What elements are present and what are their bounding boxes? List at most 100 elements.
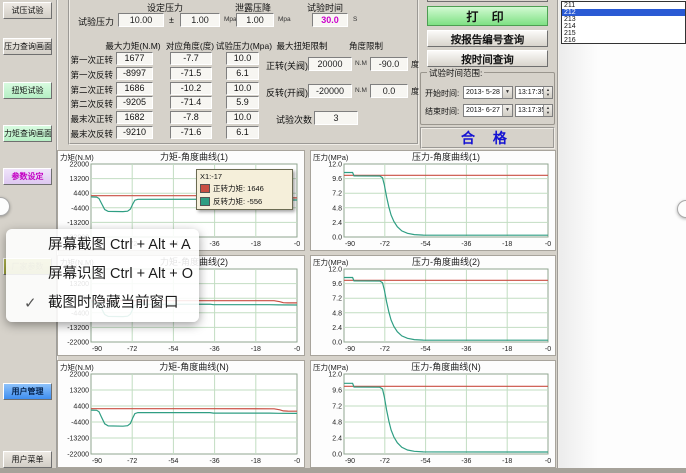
start-date-picker[interactable]: 2013- 5-28 ▼ (463, 86, 513, 99)
results-table: 第一次正转1677-7.710.0第一次反转-8997-71.56.1第二次正转… (70, 0, 421, 145)
svg-text:-18: -18 (502, 458, 512, 465)
result-pressure-value: 10.0 (226, 52, 259, 65)
check-icon: ✓ (24, 289, 37, 318)
svg-text:-90: -90 (345, 346, 355, 353)
result-row-label: 第二次正转 (70, 84, 113, 96)
end-date-value: 2013- 6-27 (466, 107, 500, 114)
svg-text:-0: -0 (545, 241, 551, 248)
result-row-label: 最末次反转 (70, 128, 113, 140)
end-date-dropdown-icon[interactable]: ▼ (502, 105, 512, 116)
result-angle-value: -10.2 (170, 82, 212, 95)
start-date-dropdown-icon[interactable]: ▼ (502, 87, 512, 98)
nm-unit-2: N.M (355, 87, 367, 94)
svg-text:-36: -36 (210, 241, 220, 248)
svg-text:4.8: 4.8 (332, 420, 342, 427)
end-time-spinner[interactable]: 13:17:35 ▲▼ (515, 104, 553, 117)
context-menu-item[interactable]: ✓ 截图时隐藏当前窗口 (6, 289, 199, 318)
svg-text:7.2: 7.2 (332, 296, 342, 303)
result-pressure-value: 6.1 (226, 67, 259, 80)
sidebar-item-user-menu[interactable]: 用户菜单 (3, 451, 52, 468)
svg-text:-13200: -13200 (67, 325, 89, 332)
svg-text:22000: 22000 (70, 162, 90, 169)
svg-text:-90: -90 (345, 458, 355, 465)
svg-text:9.6: 9.6 (332, 388, 342, 395)
reverse-angle-limit-field[interactable]: 0.0 (370, 84, 408, 98)
svg-text:-36: -36 (461, 241, 471, 248)
svg-text:-13200: -13200 (67, 220, 89, 227)
svg-text:力矩(N.M): 力矩(N.M) (60, 362, 94, 372)
svg-text:7.2: 7.2 (332, 191, 342, 198)
tooltip-series-label: 正转力矩: 1646 (213, 183, 264, 194)
test-count-field[interactable]: 3 (314, 111, 358, 125)
report-panel: 211212213214215216 (557, 0, 686, 469)
start-date-value: 2013- 5-28 (466, 89, 500, 96)
start-time-value: 13:17:35 (518, 89, 545, 96)
report-list-item[interactable]: 211 (562, 2, 685, 9)
sidebar-item-torque-test[interactable]: 扭矩试验 (3, 82, 52, 99)
end-time-spin-icon[interactable]: ▲▼ (543, 105, 552, 116)
result-torque-value: -8997 (116, 67, 153, 80)
svg-text:-36: -36 (210, 458, 220, 465)
result-angle-value: -71.6 (170, 126, 212, 139)
report-list-item[interactable]: 212 (562, 9, 685, 16)
svg-text:压力(MPa): 压力(MPa) (313, 152, 349, 162)
report-number-list[interactable]: 211212213214215216 (561, 1, 686, 44)
query-by-time-button[interactable]: 按时间查询 (427, 50, 548, 67)
svg-text:-0: -0 (294, 241, 300, 248)
svg-text:-0: -0 (294, 458, 300, 465)
svg-text:12.0: 12.0 (328, 372, 342, 379)
chart-pressure-3[interactable]: 压力(MPa)压力-角度曲线(2)12.09.67.24.82.40.0-90-… (310, 255, 556, 356)
start-time-label: 开始时间: (425, 88, 459, 99)
context-menu-item[interactable]: 屏幕截图 Ctrl + Alt + A (6, 231, 199, 260)
start-time-spinner[interactable]: 13:17:35 ▲▼ (515, 86, 553, 99)
sidebar-item-param-settings[interactable]: 参数设定 (3, 168, 52, 185)
report-list-item[interactable]: 216 (562, 37, 685, 44)
svg-text:-13200: -13200 (67, 436, 89, 443)
partial-button-top[interactable] (427, 0, 548, 2)
print-button[interactable]: 打 印 (427, 6, 548, 26)
chart-pressure-1[interactable]: 压力(MPa)压力-角度曲线(1)12.09.67.24.82.40.0-90-… (310, 150, 556, 251)
end-time-label: 结束时间: (425, 106, 459, 117)
chart-pressure-5[interactable]: 压力(MPa)压力-角度曲线(N)12.09.67.24.82.40.0-90-… (310, 360, 556, 468)
svg-text:-0: -0 (294, 346, 300, 353)
result-angle-value: -71.5 (170, 67, 212, 80)
svg-text:-72: -72 (380, 346, 390, 353)
result-angle-value: -7.8 (170, 111, 212, 124)
degree-unit-1: 度 (411, 59, 419, 70)
chart-torque-4[interactable]: 力矩(N.M)力矩-角度曲线(N)22000132004400-4400-132… (57, 360, 305, 468)
svg-text:2.4: 2.4 (332, 220, 342, 227)
end-time-value: 13:17:35 (518, 107, 545, 114)
app-window: 211212213214215216 试压试验压力查询画面扭矩试验力矩查询画面参… (0, 0, 686, 473)
svg-text:力矩(N.M): 力矩(N.M) (60, 152, 94, 162)
report-list-item[interactable]: 215 (562, 30, 685, 37)
end-date-picker[interactable]: 2013- 6-27 ▼ (463, 104, 513, 117)
forward-angle-limit-field[interactable]: -90.0 (370, 57, 408, 71)
svg-text:-90: -90 (345, 241, 355, 248)
result-torque-value: -9210 (116, 126, 153, 139)
start-time-spin-icon[interactable]: ▲▼ (543, 87, 552, 98)
time-range-groupbox: 试验时间范围: 开始时间: 2013- 5-28 ▼ 13:17:35 ▲▼ 结… (420, 72, 555, 125)
sidebar-item-torque-query[interactable]: 力矩查询画面 (3, 125, 52, 142)
sidebar-item-user-management[interactable]: 用户管理 (3, 383, 52, 400)
tooltip-series-label: 反转力矩: -556 (213, 196, 262, 207)
context-menu-item-label: 截图时隐藏当前窗口 (48, 295, 179, 311)
context-menu-item[interactable]: 屏幕识图 Ctrl + Alt + O (6, 260, 199, 289)
sidebar-item-pressure-test[interactable]: 试压试验 (3, 2, 52, 19)
forward-torque-limit-field[interactable]: 20000 (308, 57, 352, 71)
svg-text:-54: -54 (421, 241, 431, 248)
svg-text:-54: -54 (421, 458, 431, 465)
svg-text:-4400: -4400 (71, 420, 89, 427)
reverse-torque-limit-field[interactable]: -20000 (308, 84, 352, 98)
svg-text:力矩-角度曲线(N): 力矩-角度曲线(N) (159, 361, 229, 372)
svg-text:-22000: -22000 (67, 340, 89, 347)
result-row-label: 第一次反转 (70, 69, 113, 81)
sidebar-item-pressure-query[interactable]: 压力查询画面 (3, 38, 52, 55)
svg-text:-72: -72 (380, 458, 390, 465)
svg-text:-90: -90 (92, 458, 102, 465)
report-list-item[interactable]: 213 (562, 16, 685, 23)
screenshot-context-menu: 屏幕截图 Ctrl + Alt + A屏幕识图 Ctrl + Alt + O✓ 截… (6, 229, 199, 322)
query-by-report-button[interactable]: 按报告编号查询 (427, 30, 548, 47)
svg-text:9.6: 9.6 (332, 281, 342, 288)
report-list-item[interactable]: 214 (562, 23, 685, 30)
chart-tooltip: X1:-17 正转力矩: 1646反转力矩: -556 (196, 169, 293, 210)
